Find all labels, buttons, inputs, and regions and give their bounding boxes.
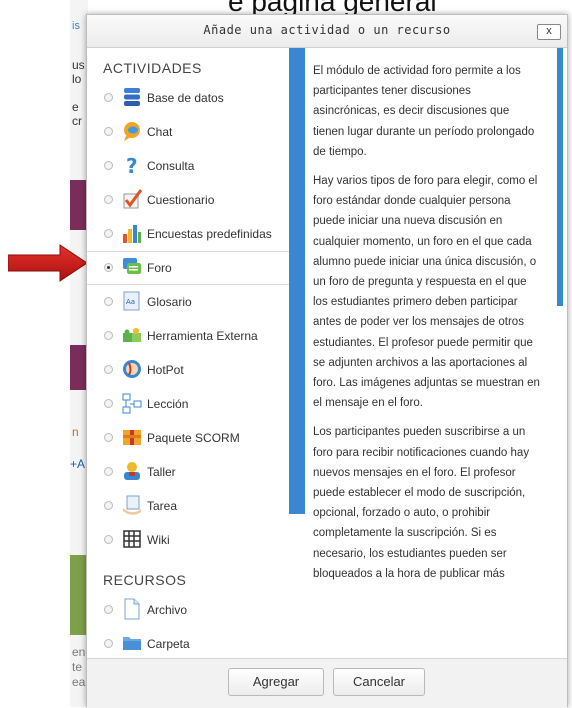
- section-title-activities: ACTIVIDADES: [103, 60, 202, 76]
- radio-button[interactable]: [104, 399, 113, 408]
- forum-icon: [123, 258, 141, 274]
- svg-text:?: ?: [126, 154, 138, 176]
- option-label: Encuestas predefinidas: [147, 227, 272, 241]
- quiz-checkmark-icon: [123, 189, 143, 209]
- background-text: en: [72, 645, 86, 659]
- background-text: us: [72, 58, 85, 72]
- radio-button[interactable]: [104, 331, 113, 340]
- background-text: e: [72, 100, 79, 114]
- option-glosario[interactable]: Aa Glosario: [87, 286, 289, 318]
- background-text: lo: [72, 72, 82, 86]
- option-label: Wiki: [147, 533, 170, 547]
- option-foro[interactable]: Foro: [87, 251, 289, 285]
- folder-icon: [123, 637, 141, 650]
- red-arrow-icon: [8, 244, 88, 282]
- radio-button[interactable]: [104, 297, 113, 306]
- option-label: Carpeta: [147, 637, 190, 651]
- radio-button[interactable]: [104, 195, 113, 204]
- option-label: Cuestionario: [147, 193, 215, 207]
- radio-button[interactable]: [104, 127, 113, 136]
- option-label: Chat: [147, 125, 173, 139]
- dialog-footer: Agregar Cancelar: [87, 658, 567, 708]
- activity-description: El módulo de actividad foro permite a lo…: [313, 61, 541, 657]
- option-label: Archivo: [147, 603, 188, 617]
- option-label: Foro: [147, 261, 172, 275]
- file-icon: [124, 598, 140, 620]
- option-label: Glosario: [147, 295, 192, 309]
- option-taller[interactable]: Taller: [87, 456, 289, 488]
- dialog-title: Añade una actividad o un recurso: [203, 23, 451, 37]
- radio-button[interactable]: [104, 433, 113, 442]
- option-chat[interactable]: Chat: [87, 116, 289, 148]
- survey-chart-icon: [123, 225, 141, 243]
- background-text: te: [72, 660, 83, 674]
- option-hotpot[interactable]: HotPot: [87, 354, 289, 386]
- option-herramienta-externa[interactable]: Herramienta Externa: [87, 320, 289, 352]
- scorm-package-icon: [123, 430, 141, 445]
- option-tarea[interactable]: Tarea: [87, 490, 289, 522]
- background-text: ea: [72, 675, 86, 689]
- option-label: Tarea: [147, 499, 178, 513]
- database-icon: [124, 88, 140, 106]
- radio-button[interactable]: [104, 501, 113, 510]
- option-paquete-scorm[interactable]: Paquete SCORM: [87, 422, 289, 454]
- radio-button[interactable]: [104, 467, 113, 476]
- option-encuestas-predefinidas[interactable]: Encuestas predefinidas: [87, 218, 289, 250]
- glossary-icon: Aa: [123, 291, 140, 311]
- option-base-de-datos[interactable]: Base de datos: [87, 82, 289, 114]
- description-paragraph: Los participantes pueden suscribirse a u…: [313, 426, 530, 580]
- radio-button[interactable]: [104, 161, 113, 170]
- radio-button[interactable]: [104, 365, 113, 374]
- options-list: ACTIVIDADES Base de datos Chat ? Consult…: [87, 48, 289, 658]
- option-label: Base de datos: [147, 91, 224, 105]
- hotpot-icon: [123, 360, 141, 378]
- description-paragraph: Hay varios tipos de foro para elegir, co…: [313, 175, 540, 410]
- option-wiki[interactable]: Wiki: [87, 524, 289, 556]
- add-button[interactable]: Agregar: [228, 668, 324, 696]
- svg-text:Aa: Aa: [126, 298, 135, 306]
- radio-button-selected[interactable]: [104, 263, 113, 272]
- wiki-icon: [123, 530, 141, 548]
- option-archivo[interactable]: Archivo: [87, 594, 289, 626]
- option-label: Consulta: [147, 159, 195, 173]
- option-label: HotPot: [147, 363, 184, 377]
- background-text: cr: [72, 114, 82, 128]
- option-cuestionario[interactable]: Cuestionario: [87, 184, 289, 216]
- add-activity-dialog: Añade una actividad o un recurso x ACTIV…: [86, 14, 568, 708]
- radio-button[interactable]: [104, 605, 113, 614]
- radio-button[interactable]: [104, 93, 113, 102]
- option-label: Taller: [147, 465, 176, 479]
- question-icon: ?: [126, 154, 138, 176]
- description-paragraph: El módulo de actividad foro permite a lo…: [313, 65, 535, 158]
- description-scrollbar[interactable]: [557, 48, 563, 306]
- radio-button[interactable]: [104, 229, 113, 238]
- description-accent-bar: [289, 48, 305, 514]
- background-text: +A: [70, 457, 86, 471]
- lesson-icon: [122, 393, 142, 414]
- option-label: Paquete SCORM: [147, 431, 240, 445]
- option-label: Herramienta Externa: [147, 329, 258, 343]
- workshop-icon: [124, 462, 140, 480]
- chat-icon: [124, 122, 140, 141]
- background-text: is: [72, 20, 80, 32]
- puzzle-icon: [123, 328, 141, 342]
- close-button[interactable]: x: [537, 24, 561, 40]
- cancel-button[interactable]: Cancelar: [333, 668, 425, 696]
- option-label: Lección: [147, 397, 189, 411]
- radio-button[interactable]: [104, 639, 113, 648]
- section-title-resources: RECURSOS: [103, 572, 187, 588]
- option-carpeta[interactable]: Carpeta: [87, 628, 289, 658]
- option-leccion[interactable]: Lección: [87, 388, 289, 420]
- radio-button[interactable]: [104, 535, 113, 544]
- dialog-header: Añade una actividad o un recurso x: [87, 15, 567, 48]
- option-consulta[interactable]: ? Consulta: [87, 150, 289, 182]
- background-text: n: [72, 425, 79, 439]
- assignment-icon: [123, 495, 141, 515]
